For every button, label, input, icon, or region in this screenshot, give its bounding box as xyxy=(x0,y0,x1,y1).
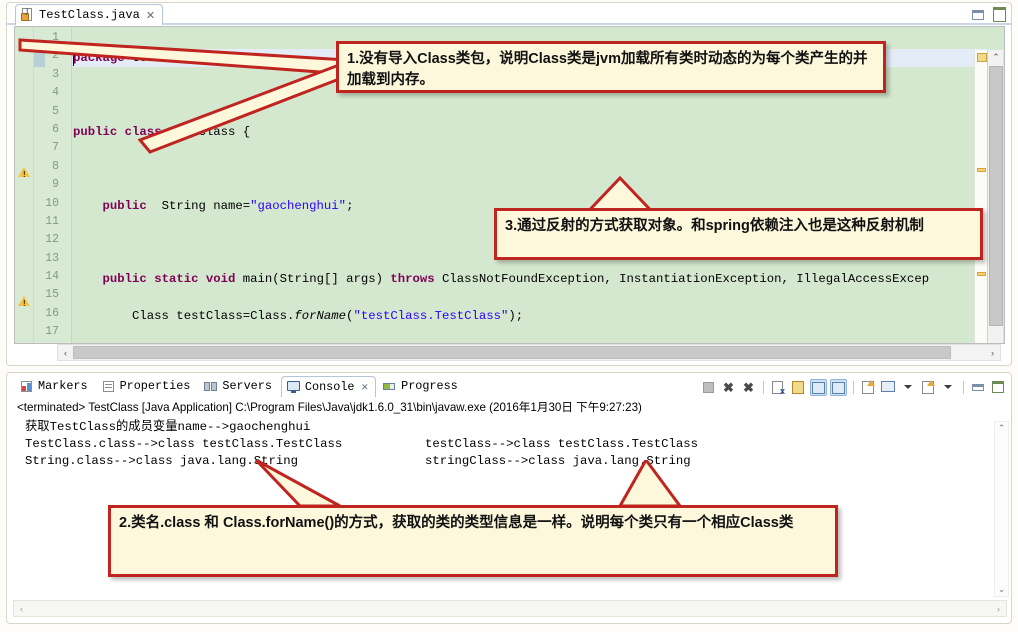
editor-tab-row: J TestClass.java ✕ xyxy=(7,3,1011,25)
warning-icon[interactable]: ! xyxy=(18,294,32,308)
folding-ruler[interactable] xyxy=(63,27,72,343)
scroll-up-icon[interactable]: ⌃ xyxy=(995,422,1008,435)
editor-vertical-scrollbar[interactable]: ⌃ ⌄ xyxy=(987,50,1004,343)
line-number: 12 xyxy=(45,233,59,247)
editor-tab-label: TestClass.java xyxy=(39,8,140,22)
servers-icon xyxy=(204,380,218,393)
remove-launch-button[interactable]: ✖ xyxy=(720,379,737,396)
minimize-icon[interactable] xyxy=(971,6,984,20)
tab-label: Progress xyxy=(401,379,458,393)
line-number: 8 xyxy=(52,159,59,173)
annotation-note-2: 2.类名.class 和 Class.forName()的方式，获取的类的类型信… xyxy=(108,505,838,577)
console-toolbar: ✖ ✖ xyxy=(700,377,1007,397)
markers-icon xyxy=(20,380,34,393)
console-vertical-scrollbar[interactable]: ⌃ ⌄ xyxy=(994,421,1009,597)
console-line: 获取TestClass的成员变量name-->gaochenghui xyxy=(25,420,311,434)
maximize-icon[interactable] xyxy=(990,379,1007,396)
show-console-on-output-button[interactable] xyxy=(810,378,827,396)
console-launch-header: <terminated> TestClass [Java Application… xyxy=(17,401,642,414)
pin-console-button[interactable] xyxy=(860,379,877,396)
tab-label: Servers xyxy=(222,379,272,393)
scroll-right-icon[interactable]: › xyxy=(991,601,1006,616)
eclipse-window: J TestClass.java ✕ ! ! 1 2 3 4 5 6 7 8 9 10 11 12 13… xyxy=(0,0,1018,632)
scroll-up-icon[interactable]: ⌃ xyxy=(988,50,1004,65)
console-line: TestClass.class-->class testClass.TestCl… xyxy=(25,437,343,451)
tab-progress[interactable]: Progress xyxy=(378,376,465,397)
console-icon xyxy=(286,380,301,393)
properties-icon xyxy=(102,380,116,393)
line-number: 4 xyxy=(52,86,59,100)
clear-console-button[interactable] xyxy=(770,379,787,396)
console-line: stringClass-->class java.lang.String xyxy=(425,454,691,468)
maximize-icon[interactable] xyxy=(992,6,1006,22)
annotation-note-1: 1.没有导入Class类包，说明Class类是jvm加载所有类时动态的为每个类产… xyxy=(336,41,886,93)
editor-marker-gutter[interactable]: ! ! xyxy=(15,27,34,343)
editor-window-buttons xyxy=(971,6,1006,22)
line-number: 14 xyxy=(45,270,59,284)
console-view-tabs: Markers Properties Servers Console ✕ Pro… xyxy=(7,375,465,397)
line-number: 10 xyxy=(45,196,59,210)
line-number: 11 xyxy=(45,214,59,228)
scroll-down-icon[interactable]: ⌄ xyxy=(995,583,1008,596)
scroll-right-icon[interactable]: › xyxy=(985,345,1000,360)
console-horizontal-scrollbar[interactable]: ‹ › xyxy=(13,600,1007,617)
line-number: 7 xyxy=(52,141,59,155)
progress-icon xyxy=(383,380,397,393)
editor-tab-testclass-java[interactable]: J TestClass.java ✕ xyxy=(15,4,164,25)
console-panel: Markers Properties Servers Console ✕ Pro… xyxy=(6,372,1012,624)
open-console-button[interactable] xyxy=(920,379,937,396)
scrollbar-thumb[interactable] xyxy=(989,66,1003,326)
line-number: 3 xyxy=(52,67,59,81)
current-line-number-highlight xyxy=(34,49,45,67)
tab-label: Properties xyxy=(119,379,191,393)
terminate-button[interactable] xyxy=(700,379,717,396)
overview-warning-mark[interactable] xyxy=(977,168,986,172)
tab-console[interactable]: Console ✕ xyxy=(280,375,377,397)
overview-warning-mark[interactable] xyxy=(977,272,986,276)
line-number: 1 xyxy=(52,31,59,44)
toolbar-separator xyxy=(760,379,767,396)
display-selected-console-button[interactable] xyxy=(880,379,897,396)
tab-servers[interactable]: Servers xyxy=(199,376,279,397)
display-selected-console-dropdown[interactable] xyxy=(900,379,917,396)
toolbar-separator xyxy=(960,379,967,396)
console-line: String.class-->class java.lang.String xyxy=(25,454,299,468)
show-console-on-error-button[interactable] xyxy=(830,378,847,396)
line-number: 17 xyxy=(45,325,59,339)
java-file-icon: J xyxy=(21,7,35,22)
warning-icon[interactable]: ! xyxy=(18,165,32,179)
line-number: 9 xyxy=(52,178,59,192)
line-number: 5 xyxy=(52,104,59,118)
close-icon[interactable]: ✕ xyxy=(361,380,368,394)
open-console-dropdown[interactable] xyxy=(940,379,957,396)
close-icon[interactable]: ✕ xyxy=(146,9,155,22)
overview-status-indicator xyxy=(977,53,987,62)
minimize-icon[interactable] xyxy=(970,379,987,396)
line-number: 6 xyxy=(52,122,59,136)
scroll-lock-button[interactable] xyxy=(790,379,807,396)
tab-label: Console xyxy=(304,379,355,394)
overview-ruler[interactable] xyxy=(974,50,987,343)
scroll-left-icon[interactable]: ‹ xyxy=(14,601,29,616)
editor-horizontal-scrollbar[interactable]: ‹ › xyxy=(57,344,1001,361)
remove-all-terminated-button[interactable]: ✖ xyxy=(740,379,757,396)
tab-properties[interactable]: Properties xyxy=(97,376,198,397)
console-line: testClass-->class testClass.TestClass xyxy=(425,437,699,451)
tab-label: Markers xyxy=(38,379,88,393)
toolbar-separator xyxy=(850,379,857,396)
tab-markers[interactable]: Markers xyxy=(15,376,95,397)
scroll-left-icon[interactable]: ‹ xyxy=(58,345,73,360)
line-number: 15 xyxy=(45,288,59,302)
line-number-ruler: 123456789101112131415161718 xyxy=(34,27,63,343)
annotation-note-3: 3.通过反射的方式获取对象。和spring依赖注入也是这种反射机制 xyxy=(494,208,983,260)
line-number: 13 xyxy=(45,251,59,265)
scrollbar-thumb[interactable] xyxy=(73,346,951,359)
line-number: 16 xyxy=(45,306,59,320)
